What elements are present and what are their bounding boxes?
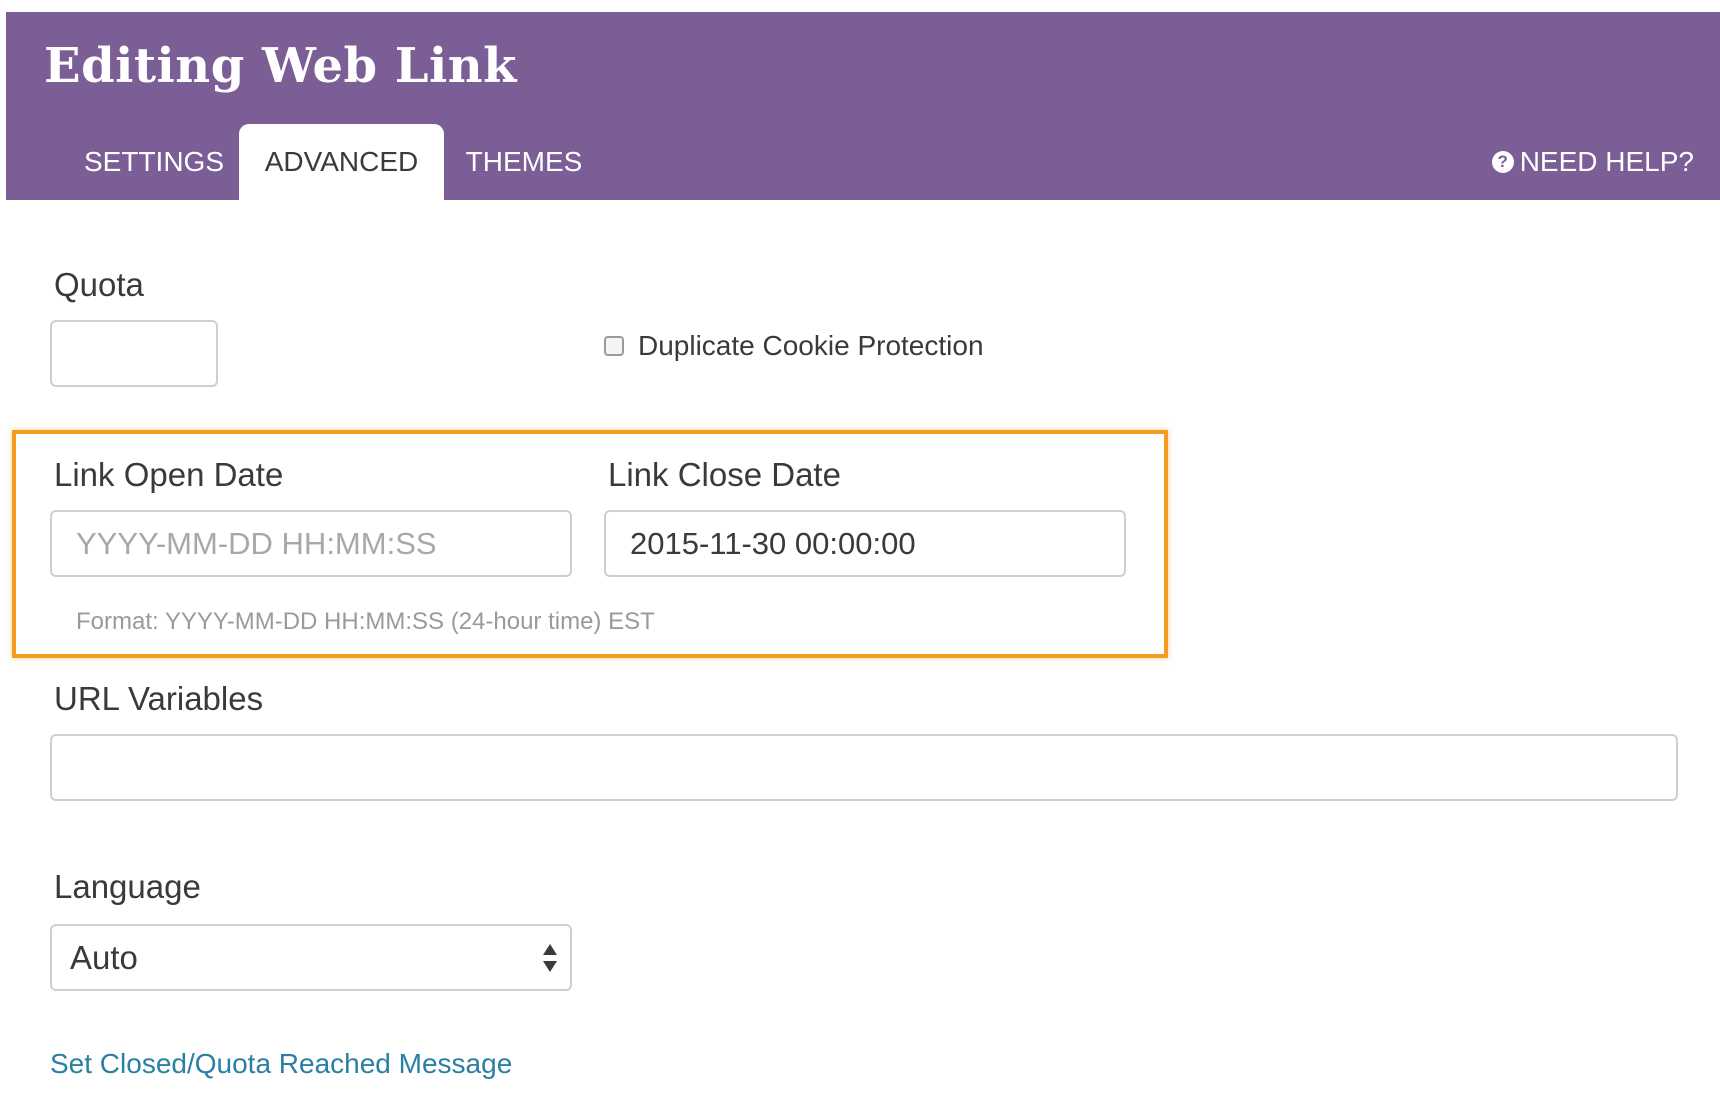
header-bar: Editing Web Link SETTINGS ADVANCED THEME… xyxy=(6,12,1720,212)
quota-label: Quota xyxy=(54,266,144,303)
select-arrows-icon xyxy=(543,944,557,972)
set-closed-message-link[interactable]: Set Closed/Quota Reached Message xyxy=(50,1048,512,1080)
page-title: Editing Web Link xyxy=(44,38,517,94)
open-date-input[interactable] xyxy=(50,510,572,577)
editing-web-link-page: Editing Web Link SETTINGS ADVANCED THEME… xyxy=(0,0,1720,1118)
tab-advanced[interactable]: ADVANCED xyxy=(239,124,444,212)
tab-themes[interactable]: THEMES xyxy=(456,124,592,200)
need-help-button[interactable]: ? NEED HELP? xyxy=(1491,124,1694,200)
language-label: Language xyxy=(54,868,201,905)
language-selected-value: Auto xyxy=(70,939,138,976)
quota-input[interactable] xyxy=(50,320,218,387)
close-date-input[interactable] xyxy=(604,510,1126,577)
open-date-label: Link Open Date xyxy=(54,456,284,493)
language-select[interactable]: Auto xyxy=(50,924,572,991)
url-variables-label: URL Variables xyxy=(54,680,264,717)
url-variables-input[interactable] xyxy=(50,734,1678,801)
tab-settings[interactable]: SETTINGS xyxy=(66,124,242,200)
duplicate-cookie-label: Duplicate Cookie Protection xyxy=(638,330,984,361)
duplicate-cookie-row: Duplicate Cookie Protection xyxy=(604,330,984,362)
duplicate-cookie-checkbox[interactable] xyxy=(604,336,624,356)
date-format-hint: Format: YYYY-MM-DD HH:MM:SS (24-hour tim… xyxy=(76,608,655,635)
close-date-label: Link Close Date xyxy=(608,456,841,493)
need-help-label: NEED HELP? xyxy=(1519,146,1694,177)
question-circle-icon: ? xyxy=(1491,151,1514,173)
